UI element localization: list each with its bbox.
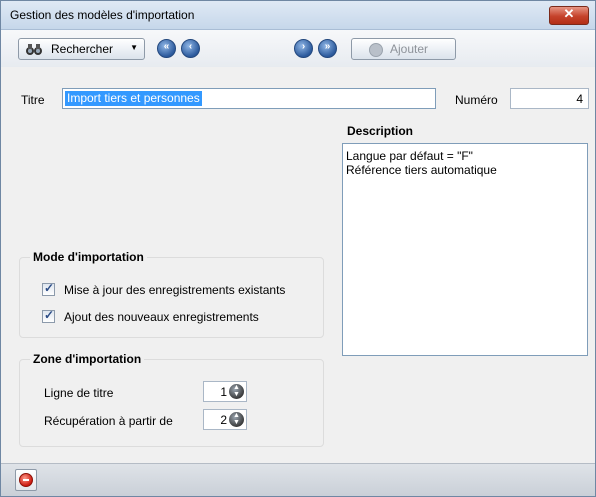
update-existing-label: Mise à jour des enregistrements existant… xyxy=(64,283,286,297)
add-icon xyxy=(369,43,383,57)
import-mode-title: Mode d'importation xyxy=(30,250,147,264)
title-line-label: Ligne de titre xyxy=(44,386,114,400)
add-new-checkbox[interactable]: ✓ xyxy=(42,308,55,323)
spin-arrows-icon[interactable]: ▲ ▼ xyxy=(229,384,244,399)
numero-label: Numéro xyxy=(455,93,498,107)
description-textarea[interactable]: Langue par défaut = "F" Référence tiers … xyxy=(342,143,588,356)
import-models-window: Gestion des modèles d'importation ✕ Rech… xyxy=(0,0,596,497)
close-icon: ✕ xyxy=(563,6,575,21)
check-icon: ✓ xyxy=(44,281,55,295)
import-zone-title: Zone d'importation xyxy=(30,352,145,366)
first-icon: « xyxy=(163,41,170,52)
spin-arrows-icon[interactable]: ▲ ▼ xyxy=(229,412,244,427)
previous-record-button[interactable]: ‹ xyxy=(181,39,200,58)
search-button-label: Rechercher xyxy=(51,42,114,56)
chevron-down-icon[interactable]: ▼ xyxy=(130,43,138,52)
description-line: Référence tiers automatique xyxy=(346,163,497,177)
title-line-value: 1 xyxy=(220,385,227,399)
titre-input[interactable]: Import tiers et personnes xyxy=(62,88,436,109)
add-new-label: Ajout des nouveaux enregistrements xyxy=(64,310,259,324)
titre-input-value: Import tiers et personnes xyxy=(65,91,202,106)
update-existing-checkbox[interactable]: ✓ xyxy=(42,281,55,296)
search-button[interactable]: Rechercher ▼ xyxy=(18,38,145,60)
last-record-button[interactable]: » xyxy=(318,39,337,58)
cancel-button[interactable] xyxy=(15,469,37,491)
check-icon: ✓ xyxy=(44,308,55,322)
bottom-bar xyxy=(1,463,595,496)
add-button-label: Ajouter xyxy=(390,42,429,56)
retrieve-from-value: 2 xyxy=(220,413,227,427)
last-icon: » xyxy=(324,41,331,52)
retrieve-from-label: Récupération à partir de xyxy=(44,414,173,428)
next-record-button[interactable]: › xyxy=(294,39,313,58)
first-record-button[interactable]: « xyxy=(157,39,176,58)
import-mode-group: Mode d'importation ✓ Mise à jour des enr… xyxy=(19,250,324,338)
numero-value: 4 xyxy=(576,92,583,106)
window-title: Gestion des modèles d'importation xyxy=(10,8,195,22)
next-icon: › xyxy=(301,41,306,52)
import-zone-group: Zone d'importation Ligne de titre 1 ▲ ▼ R… xyxy=(19,352,324,447)
titre-label: Titre xyxy=(21,93,45,107)
title-bar: Gestion des modèles d'importation ✕ xyxy=(1,1,595,30)
toolbar: Rechercher ▼ « ‹ › » Ajouter xyxy=(1,30,595,67)
previous-icon: ‹ xyxy=(188,41,193,52)
stop-icon xyxy=(19,473,33,487)
close-button[interactable]: ✕ xyxy=(549,6,589,25)
numero-field[interactable]: 4 xyxy=(510,88,589,109)
add-button[interactable]: Ajouter xyxy=(351,38,456,60)
description-label: Description xyxy=(347,124,414,138)
description-line: Langue par défaut = "F" xyxy=(346,149,473,163)
retrieve-from-stepper[interactable]: 2 ▲ ▼ xyxy=(203,409,247,430)
binoculars-icon xyxy=(26,44,42,55)
title-line-stepper[interactable]: 1 ▲ ▼ xyxy=(203,381,247,402)
